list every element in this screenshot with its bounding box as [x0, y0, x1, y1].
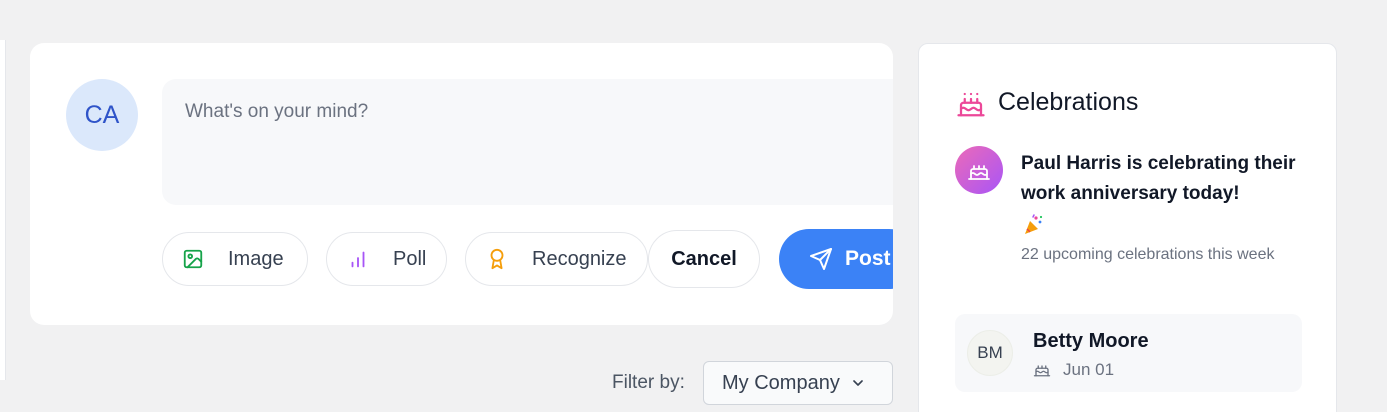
- image-icon: [182, 248, 204, 270]
- poll-icon: [347, 248, 369, 270]
- image-button-label: Image: [228, 247, 284, 270]
- person-name: Betty Moore: [1033, 330, 1149, 352]
- filter-select[interactable]: My Company: [703, 361, 893, 405]
- filter-label: Filter by:: [612, 372, 685, 393]
- celebration-person-row[interactable]: BM Betty Moore Jun 01: [955, 314, 1302, 392]
- avatar: CA: [66, 79, 138, 151]
- celebration-date: Jun 01: [1063, 360, 1115, 379]
- post-composer: CA Image Poll Recognize: [30, 43, 893, 325]
- celebration-message: Paul Harris is celebrating their work an…: [1021, 153, 1296, 204]
- poll-button[interactable]: Poll: [326, 232, 447, 286]
- post-button-label: Post: [845, 247, 891, 270]
- celebration-avatar: [955, 146, 1003, 194]
- award-icon: [486, 248, 508, 270]
- cake-icon: [1033, 360, 1051, 378]
- chevron-down-icon: [850, 375, 866, 391]
- upcoming-celebrations-text: 22 upcoming celebrations this week: [1021, 246, 1275, 263]
- celebrations-title: Celebrations: [998, 88, 1139, 116]
- left-panel-edge: [0, 40, 6, 380]
- cake-icon: [956, 89, 986, 119]
- post-button[interactable]: Post: [779, 229, 893, 289]
- poll-button-label: Poll: [393, 247, 427, 270]
- celebrations-card: Celebrations Paul Harris is celebrating …: [918, 43, 1337, 412]
- filter-selected-value: My Company: [722, 371, 840, 394]
- recognize-button-label: Recognize: [532, 247, 627, 270]
- cake-icon: [968, 165, 990, 180]
- party-popper-icon: [1021, 213, 1047, 239]
- avatar: BM: [967, 330, 1013, 376]
- recognize-button[interactable]: Recognize: [465, 232, 648, 286]
- cancel-button[interactable]: Cancel: [648, 230, 760, 288]
- image-button[interactable]: Image: [162, 232, 308, 286]
- send-icon: [809, 247, 833, 271]
- post-input[interactable]: [162, 79, 893, 205]
